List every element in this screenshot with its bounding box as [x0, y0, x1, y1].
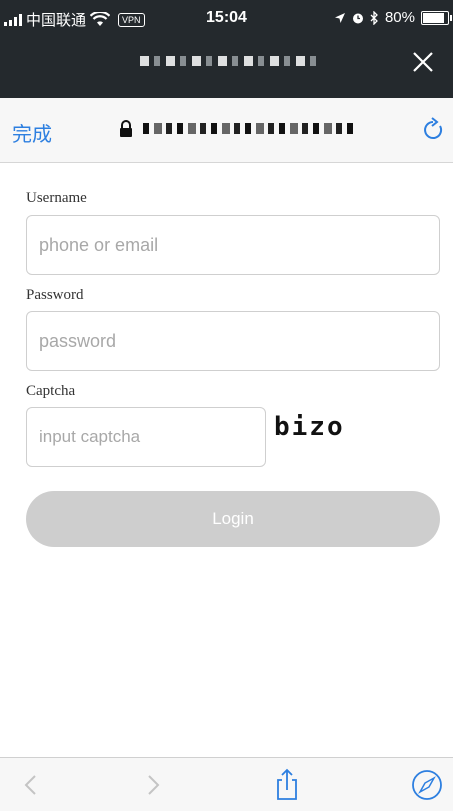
done-button[interactable]: 完成 — [12, 118, 52, 147]
share-icon[interactable] — [270, 768, 304, 802]
battery-icon — [421, 10, 452, 25]
url-text-redacted[interactable] — [143, 123, 353, 134]
address-bar: 完成 — [0, 98, 453, 163]
bluetooth-icon — [370, 10, 378, 25]
battery-percent: 80% — [384, 9, 415, 26]
lock-icon — [120, 120, 132, 137]
password-input[interactable]: password — [26, 311, 440, 371]
close-button[interactable] — [403, 42, 443, 82]
captcha-label: Captcha — [26, 383, 76, 399]
alarm-icon — [352, 13, 363, 23]
page-title-redacted — [140, 56, 320, 66]
captcha-image[interactable]: bizo — [274, 412, 345, 442]
back-arrow-icon[interactable] — [15, 768, 49, 802]
browser-toolbar — [0, 757, 453, 811]
password-label: Password — [26, 287, 84, 303]
reload-icon[interactable] — [419, 116, 447, 144]
password-placeholder: password — [39, 331, 117, 351]
safari-compass-icon[interactable] — [410, 768, 444, 802]
status-bar: 中国联通 VPN 15:04 80% — [0, 0, 453, 34]
title-bar — [0, 34, 453, 98]
username-input[interactable]: phone or email — [26, 215, 440, 275]
location-arrow-icon — [334, 12, 345, 23]
status-right: 80% — [334, 9, 452, 26]
captcha-placeholder: input captcha — [39, 427, 141, 446]
username-label: Username — [26, 190, 87, 206]
forward-arrow-icon[interactable] — [135, 768, 169, 802]
close-icon — [413, 52, 433, 72]
username-placeholder: phone or email — [39, 235, 159, 255]
captcha-input[interactable]: input captcha — [26, 407, 266, 467]
login-button[interactable]: Login — [26, 491, 440, 547]
